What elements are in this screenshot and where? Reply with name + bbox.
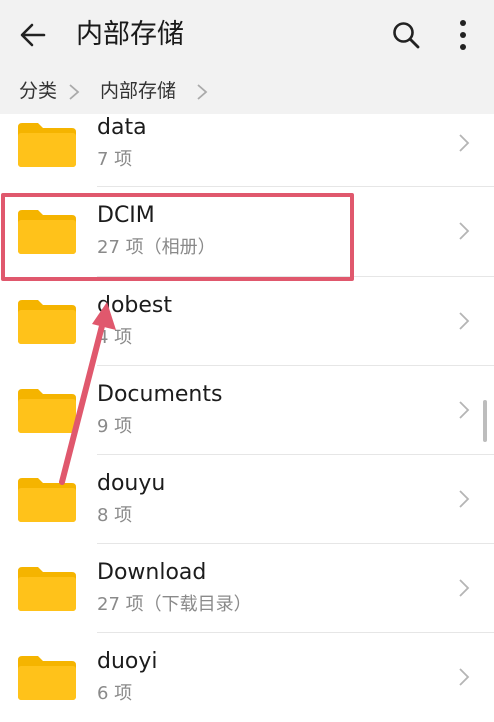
chevron-right-icon	[459, 222, 470, 240]
chevron-right-icon	[459, 579, 470, 597]
folder-icon	[18, 567, 76, 611]
chevron-right-icon	[459, 490, 470, 508]
folder-icon	[18, 656, 76, 700]
folder-meta: 4 项	[97, 327, 133, 348]
folder-meta: 8 项	[97, 505, 133, 526]
folder-icon	[18, 300, 76, 344]
folder-icon	[18, 478, 76, 522]
folder-row-douyu[interactable]: douyu 8 项	[0, 455, 494, 544]
search-icon[interactable]	[391, 20, 421, 50]
folder-row-data[interactable]: data 7 项	[0, 97, 494, 186]
folder-icon	[18, 389, 76, 433]
folder-meta: 7 项	[97, 149, 133, 170]
page-title: 内部存储	[76, 19, 184, 50]
folder-name: data	[97, 115, 147, 140]
folder-meta: 9 项	[97, 416, 133, 437]
folder-row-download[interactable]: Download 27 项（下载目录）	[0, 544, 494, 633]
chevron-right-icon	[459, 401, 470, 419]
arrow-left-icon[interactable]	[18, 20, 48, 50]
chevron-right-icon	[459, 668, 470, 686]
folder-row-duoyi[interactable]: duoyi 6 项	[0, 633, 494, 722]
scrollbar-thumb[interactable]	[483, 400, 487, 442]
folder-row-documents[interactable]: Documents 9 项	[0, 366, 494, 455]
folder-name: Download	[97, 560, 207, 585]
folder-name: douyu	[97, 471, 166, 496]
folder-icon	[18, 123, 76, 167]
folder-name: duoyi	[97, 649, 158, 674]
annotation-highlight-box	[1, 193, 354, 281]
folder-name: Documents	[97, 382, 223, 407]
folder-meta: 6 项	[97, 683, 133, 704]
folder-meta: 27 项（下载目录）	[97, 594, 252, 615]
folder-row-dobest[interactable]: dobest 4 项	[0, 277, 494, 366]
more-vertical-icon[interactable]	[456, 18, 470, 52]
chevron-right-icon	[459, 312, 470, 330]
folder-name: dobest	[97, 293, 173, 318]
chevron-right-icon	[459, 134, 470, 152]
